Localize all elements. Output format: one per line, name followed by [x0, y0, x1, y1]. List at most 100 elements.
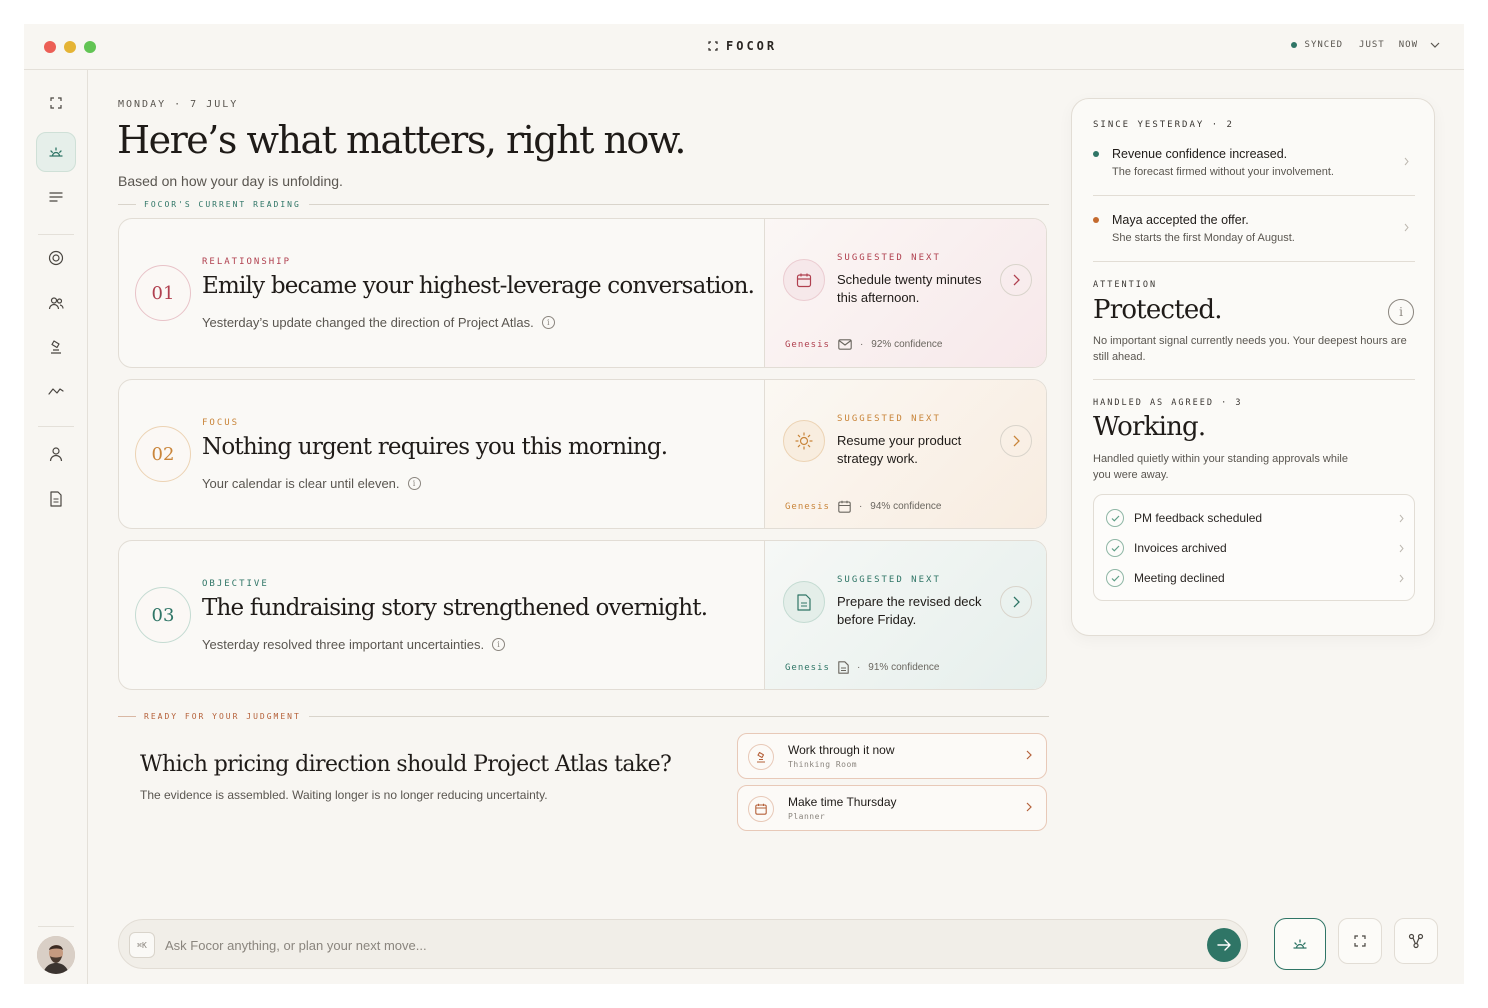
sidebar-documents[interactable]: [36, 479, 76, 519]
arrow-right-icon: [1217, 939, 1231, 951]
insight-card-body: 03 OBJECTIVE The fundraising story stren…: [119, 541, 765, 689]
mode-graph-button[interactable]: [1394, 918, 1438, 964]
handled-body: Handled quietly within your standing app…: [1093, 453, 1348, 481]
rule-line: [118, 204, 136, 205]
suggested-next-panel: SUGGESTED NEXT Resume your product strat…: [765, 380, 1046, 528]
sync-status[interactable]: SYNCED JUST NOW: [1290, 40, 1440, 50]
info-icon[interactable]: i: [541, 316, 555, 329]
shortcut-badge: ⌘K: [129, 932, 155, 958]
minimize-window-button[interactable]: [64, 41, 76, 53]
close-window-button[interactable]: [44, 41, 56, 53]
calendar-icon: [838, 500, 851, 513]
sidebar-today[interactable]: [36, 132, 76, 172]
ask-input[interactable]: [165, 932, 1195, 958]
handled-item[interactable]: Meeting declined: [1106, 568, 1404, 588]
rule-line: [308, 204, 1049, 205]
info-icon[interactable]: i: [1388, 299, 1414, 325]
brand-name: FOCOR: [726, 39, 778, 53]
decision-subtitle: The evidence is assembled. Waiting longe…: [140, 788, 548, 802]
rule-line: [308, 716, 1049, 717]
card-description: Your calendar is clear until eleven. i: [202, 476, 421, 491]
user-avatar-icon: [37, 936, 75, 974]
sidebar-people[interactable]: [36, 283, 76, 323]
page-subtitle: Based on how your day is unfolding.: [118, 173, 343, 189]
user-icon: [49, 447, 63, 462]
chevron-right-icon: [1399, 574, 1404, 582]
sidebar-divider: [38, 426, 74, 427]
suggested-next-button[interactable]: [1000, 586, 1032, 618]
card-category: FOCUS: [202, 418, 240, 428]
action-subtitle: Planner: [788, 812, 826, 821]
send-button[interactable]: [1207, 928, 1241, 962]
check-circle-icon: [1106, 539, 1124, 557]
suggested-next-button[interactable]: [1000, 264, 1032, 296]
mode-today-button[interactable]: [1274, 918, 1326, 970]
document-icon: [783, 581, 825, 623]
handled-label: HANDLED AS AGREED · 3: [1093, 398, 1243, 408]
action-subtitle: Thinking Room: [788, 760, 858, 769]
mode-focus-button[interactable]: [1338, 918, 1382, 964]
action-title: Work through it now: [788, 743, 895, 757]
sync-time-2: NOW: [1398, 40, 1418, 50]
info-icon[interactable]: i: [407, 477, 421, 490]
handled-item-label: Invoices archived: [1134, 541, 1227, 555]
insight-card-3[interactable]: 03 OBJECTIVE The fundraising story stren…: [118, 540, 1047, 690]
date-label: MONDAY · 7 JULY: [118, 99, 239, 110]
sidebar-decisions[interactable]: [36, 327, 76, 367]
title-bar: FOCOR SYNCED JUST NOW: [24, 24, 1464, 70]
suggested-next-label: SUGGESTED NEXT: [837, 414, 941, 424]
sync-time-1: JUST: [1359, 40, 1385, 50]
lines-icon: [49, 192, 63, 202]
card-description-text: Yesterday resolved three important uncer…: [202, 637, 485, 652]
source-footer: Genesis · 94% confidence: [785, 500, 941, 513]
handled-title: Working.: [1093, 412, 1206, 442]
app-window: FOCOR SYNCED JUST NOW MONDAY · 7 JULY He…: [24, 24, 1464, 984]
sidebar-focus[interactable]: [36, 83, 76, 123]
suggested-next-button[interactable]: [1000, 425, 1032, 457]
card-title: Nothing urgent requires you this morning…: [202, 434, 668, 460]
make-time-thursday-button[interactable]: Make time Thursday Planner: [737, 785, 1047, 831]
source-footer: Genesis · 91% confidence: [785, 661, 939, 674]
sidebar-profile[interactable]: [36, 434, 76, 474]
update-item[interactable]: Maya accepted the offer. She starts the …: [1093, 213, 1415, 253]
update-subtitle: The forecast firmed without your involve…: [1112, 166, 1334, 178]
sync-label: SYNCED: [1304, 40, 1344, 50]
chevron-right-icon: [1026, 750, 1032, 760]
chevron-down-icon: [1430, 42, 1440, 48]
card-description-text: Your calendar is clear until eleven.: [202, 476, 400, 491]
attention-title: Protected.: [1093, 295, 1223, 325]
maximize-window-button[interactable]: [84, 41, 96, 53]
avatar[interactable]: [37, 936, 75, 974]
confidence-text: 92% confidence: [871, 339, 943, 350]
calendar-icon: [783, 259, 825, 301]
section-label: READY FOR YOUR JUDGMENT: [144, 712, 301, 721]
focus-icon: [50, 97, 62, 109]
sidebar-feed[interactable]: [36, 177, 76, 217]
sidebar-trends[interactable]: [36, 371, 76, 411]
card-title: The fundraising story strengthened overn…: [202, 595, 708, 621]
sidebar-divider: [38, 234, 74, 235]
suggested-next-label: SUGGESTED NEXT: [837, 575, 941, 585]
divider: [1093, 379, 1415, 380]
chevron-right-icon: [1013, 435, 1020, 447]
rank-badge: 02: [135, 426, 191, 482]
source-footer: Genesis · 92% confidence: [785, 339, 942, 350]
sidebar-divider: [38, 926, 74, 927]
handled-item[interactable]: Invoices archived: [1106, 538, 1404, 558]
work-through-now-button[interactable]: Work through it now Thinking Room: [737, 733, 1047, 779]
info-icon[interactable]: i: [492, 638, 506, 651]
suggested-next-text: Prepare the revised deck before Friday.: [837, 594, 982, 627]
divider: [1093, 195, 1415, 196]
insight-card-1[interactable]: 01 RELATIONSHIP Emily became your highes…: [118, 218, 1047, 368]
sync-dot-icon: [1290, 42, 1297, 48]
handled-item[interactable]: PM feedback scheduled: [1106, 508, 1404, 528]
insight-card-2[interactable]: 02 FOCUS Nothing urgent requires you thi…: [118, 379, 1047, 529]
rank-badge: 03: [135, 587, 191, 643]
card-description-text: Yesterday’s update changed the direction…: [202, 315, 534, 330]
chevron-right-icon: [1026, 802, 1032, 812]
target-icon: [48, 250, 64, 266]
mail-icon: [838, 339, 852, 350]
update-item[interactable]: Revenue confidence increased. The foreca…: [1093, 147, 1415, 187]
sidebar-objectives[interactable]: [36, 238, 76, 278]
network-icon: [1408, 933, 1424, 949]
